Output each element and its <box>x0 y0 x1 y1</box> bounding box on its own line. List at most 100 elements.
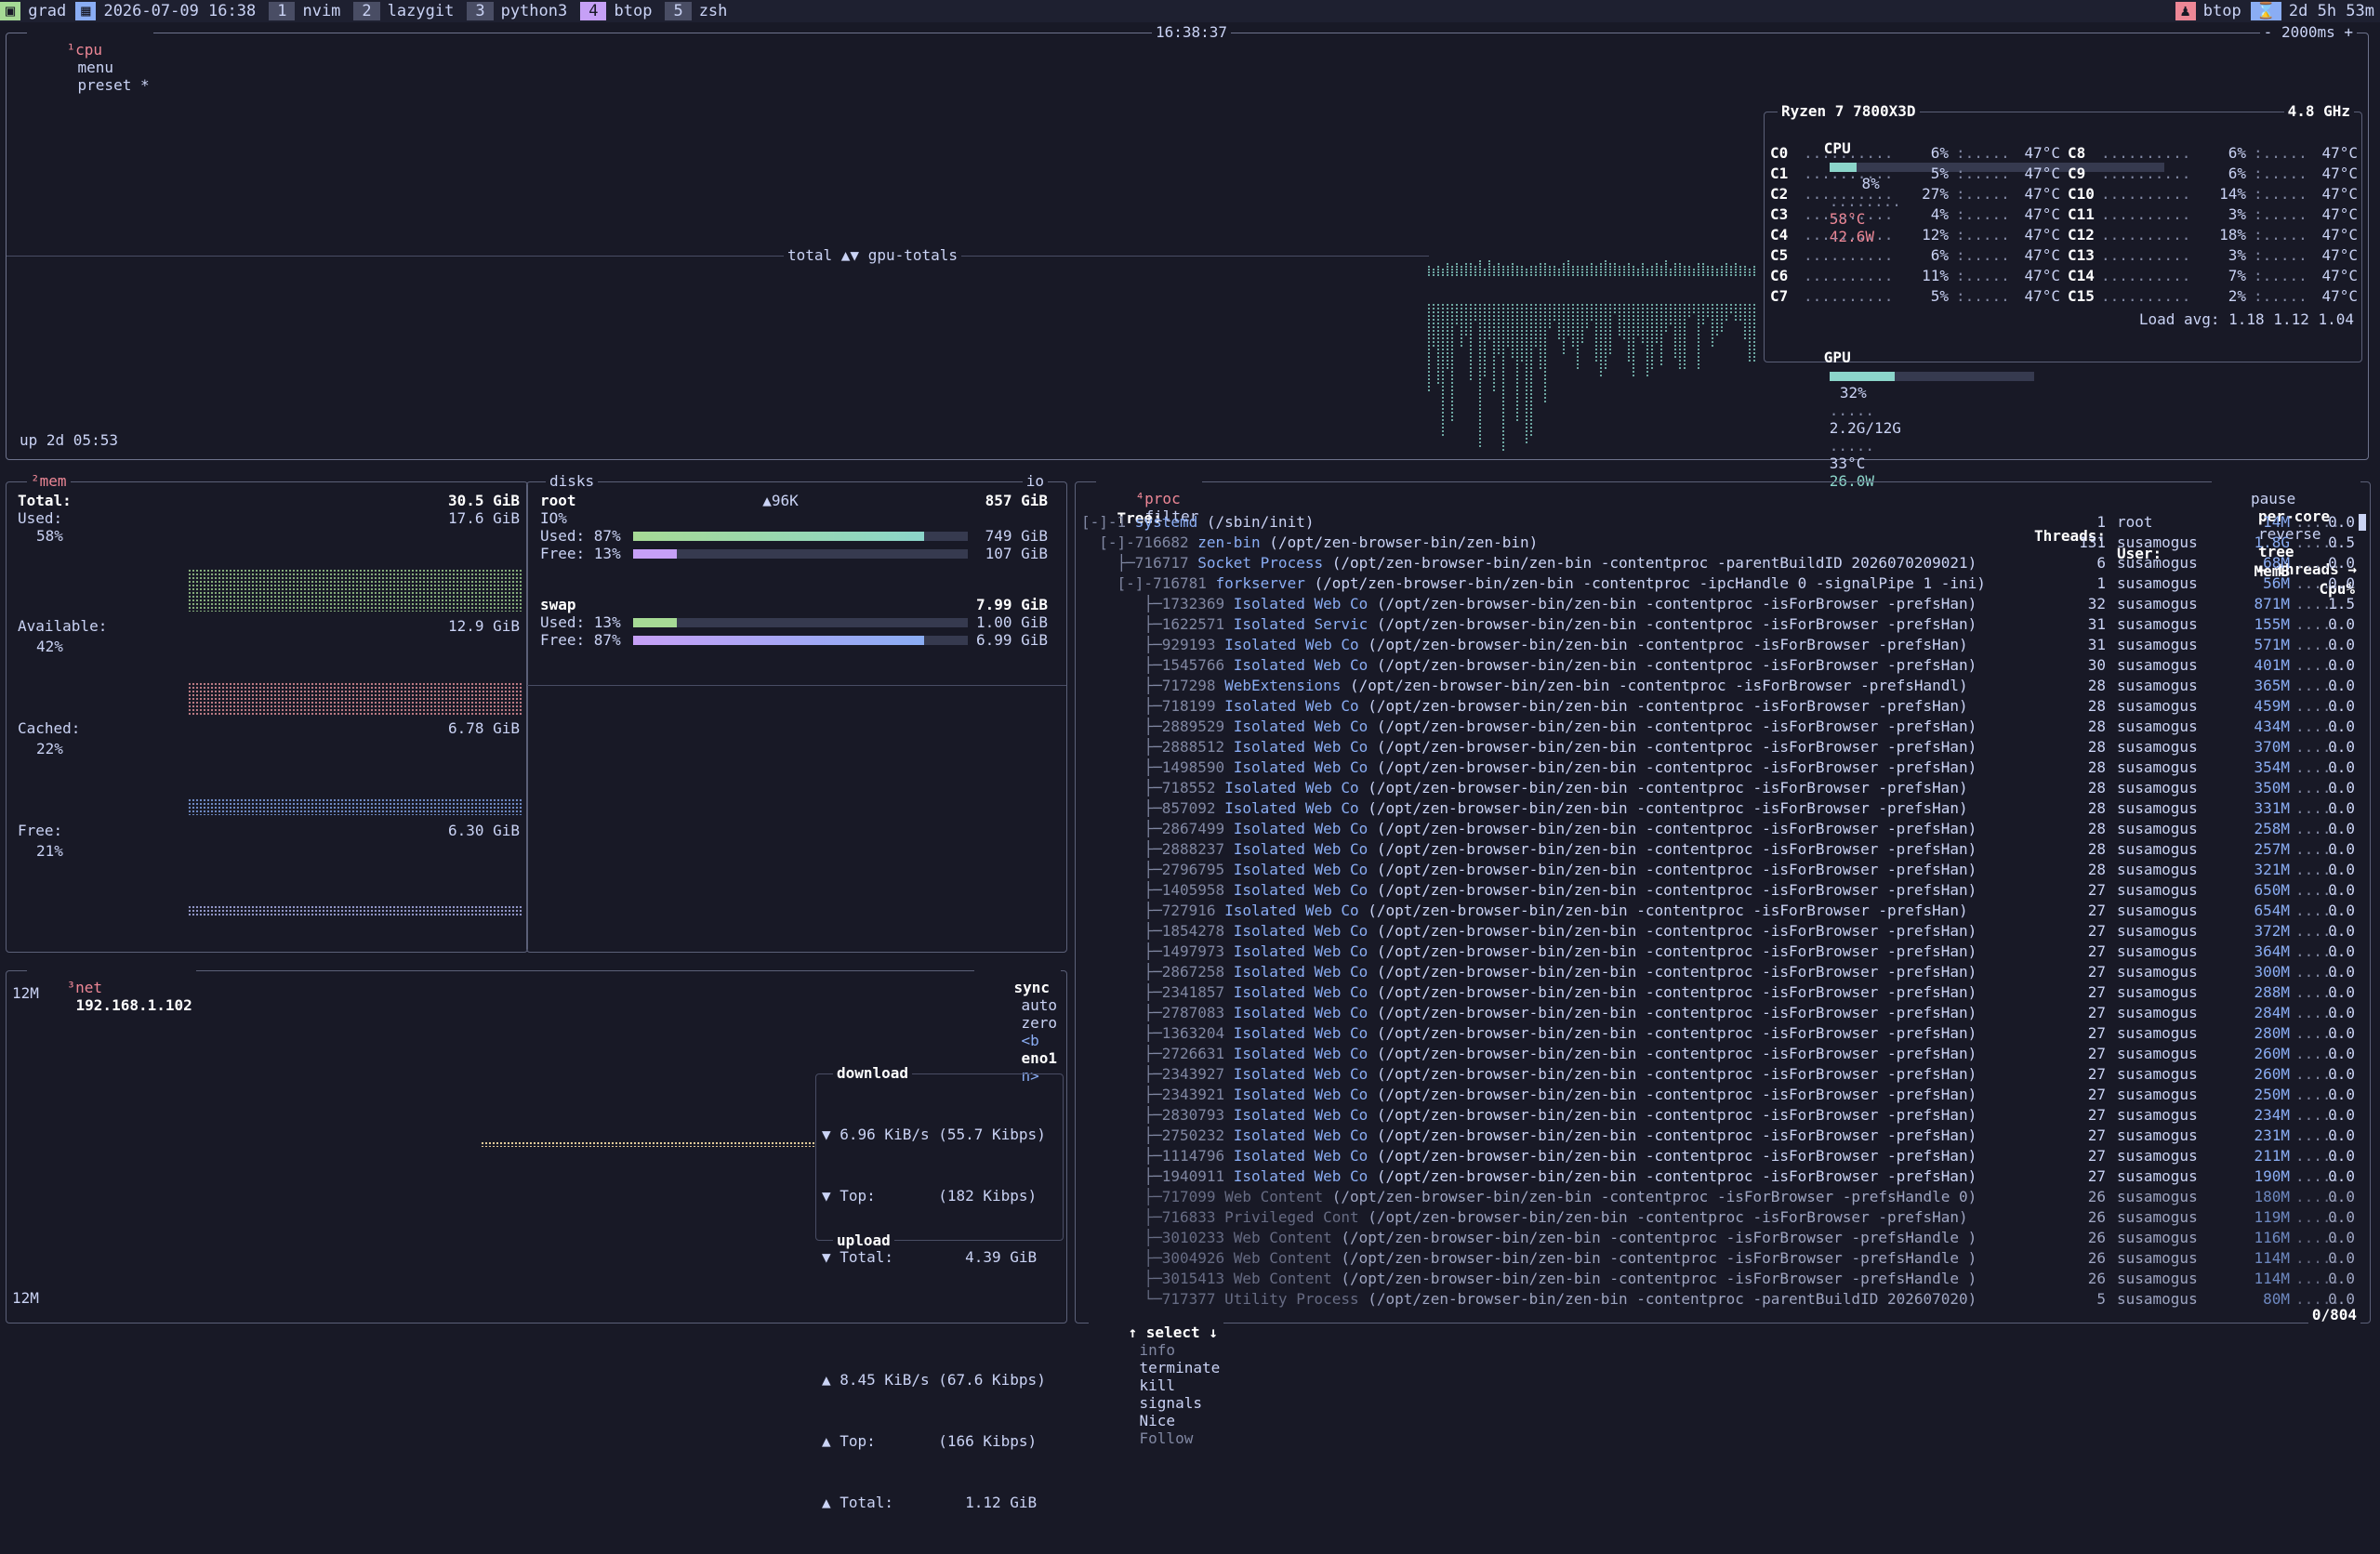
process-row[interactable]: [-]-716781 forkserver (/opt/zen-browser-… <box>1081 573 2364 594</box>
proc-name: Privileged Cont <box>1224 1208 1359 1226</box>
workspace-4[interactable]: 4 btop <box>580 2 652 20</box>
select-control[interactable]: ↑ select ↓ <box>1129 1324 1218 1341</box>
auto-toggle[interactable]: auto <box>1021 996 1057 1014</box>
update-interval-control[interactable]: - 2000ms + <box>2259 23 2357 41</box>
proc-name: Isolated Web Co <box>1233 881 1368 899</box>
zero-toggle[interactable]: zero <box>1021 1014 1057 1032</box>
proc-cpu: 0.0 <box>2328 799 2355 817</box>
nice-button[interactable]: Nice <box>1140 1412 1176 1429</box>
process-row[interactable]: ├─2787083 Isolated Web Co (/opt/zen-brow… <box>1081 1003 2364 1023</box>
process-row[interactable]: ├─718552 Isolated Web Co (/opt/zen-brows… <box>1081 778 2364 798</box>
proc-name: Isolated Web Co <box>1233 656 1368 674</box>
proc-cpu: 0.0 <box>2328 1249 2355 1267</box>
graph-mode-label[interactable]: total ▲▼ gpu-totals <box>784 246 962 264</box>
process-row[interactable]: ├─2343927 Isolated Web Co (/opt/zen-brow… <box>1081 1064 2364 1085</box>
signals-button[interactable]: signals <box>1140 1394 1202 1412</box>
process-row[interactable]: [-]-716682 zen-bin (/opt/zen-browser-bin… <box>1081 533 2364 553</box>
process-row[interactable]: ├─1622571 Isolated Servic (/opt/zen-brow… <box>1081 614 2364 635</box>
proc-cmd: (/opt/zen-browser-bin/zen-bin -contentpr… <box>1323 1188 1977 1205</box>
sync-toggle[interactable]: sync <box>1013 979 1050 996</box>
process-row[interactable]: ├─1545766 Isolated Web Co (/opt/zen-brow… <box>1081 655 2364 676</box>
workspace-number: 4 <box>580 2 607 20</box>
menu-button[interactable]: menu <box>78 59 114 76</box>
workspace-5[interactable]: 5 zsh <box>665 2 727 20</box>
process-row[interactable]: ├─1854278 Isolated Web Co (/opt/zen-brow… <box>1081 921 2364 942</box>
mem-cached-graph <box>188 798 522 815</box>
core-graph: .......... <box>2101 185 2191 203</box>
process-row[interactable]: ├─716833 Privileged Cont (/opt/zen-brows… <box>1081 1207 2364 1228</box>
core-graph: .......... <box>1804 246 1894 264</box>
process-row[interactable]: ├─717099 Web Content (/opt/zen-browser-b… <box>1081 1187 2364 1207</box>
workspace-3[interactable]: 3 python3 <box>467 2 567 20</box>
info-button[interactable]: info <box>1140 1341 1176 1359</box>
proc-tree-prefix: ├─3015413 <box>1081 1270 1234 1287</box>
mem-title[interactable]: ²mem <box>27 472 71 490</box>
process-row[interactable]: ├─2796795 Isolated Web Co (/opt/zen-brow… <box>1081 860 2364 880</box>
workspace-2[interactable]: 2 lazygit <box>353 2 454 20</box>
process-row[interactable]: ├─2750232 Isolated Web Co (/opt/zen-brow… <box>1081 1126 2364 1146</box>
proc-mem: 459M <box>2254 697 2290 715</box>
terminate-button[interactable]: terminate <box>1140 1359 1221 1376</box>
process-row[interactable]: ├─2888512 Isolated Web Co (/opt/zen-brow… <box>1081 737 2364 757</box>
proc-user: susamogus <box>2117 1065 2198 1083</box>
proc-scrollbar[interactable] <box>2359 514 2366 531</box>
proc-name: Isolated Web Co <box>1233 1004 1368 1021</box>
proc-name: Isolated Web Co <box>1233 1086 1368 1103</box>
core-temp: 47°C <box>2024 185 2060 203</box>
disks-title[interactable]: disks <box>546 472 599 490</box>
mem-cached-label: Cached: <box>18 719 81 737</box>
process-row[interactable]: ├─1114796 Isolated Web Co (/opt/zen-brow… <box>1081 1146 2364 1166</box>
process-row[interactable]: ├─1405958 Isolated Web Co (/opt/zen-brow… <box>1081 880 2364 901</box>
process-row[interactable]: ├─727916 Isolated Web Co (/opt/zen-brows… <box>1081 901 2364 921</box>
process-row[interactable]: ├─2867499 Isolated Web Co (/opt/zen-brow… <box>1081 819 2364 839</box>
kill-button[interactable]: kill <box>1140 1376 1176 1394</box>
preset-button[interactable]: preset * <box>78 76 150 94</box>
mem-total-row: Total: 30.5 GiB <box>18 492 520 509</box>
prev-iface-button[interactable]: <b <box>1021 1032 1038 1049</box>
process-row[interactable]: ├─3010233 Web Content (/opt/zen-browser-… <box>1081 1228 2364 1248</box>
core-pct: 5% <box>1930 287 1949 305</box>
net-title[interactable]: ³net <box>67 979 103 996</box>
process-row[interactable]: [-]-1 systemd (/sbin/init) 1 root 14M..... 0… <box>1081 512 2364 533</box>
proc-cpu: 0.0 <box>2328 1208 2355 1226</box>
process-row[interactable]: ├─717298 WebExtensions (/opt/zen-browser… <box>1081 676 2364 696</box>
follow-button[interactable]: Follow <box>1140 1429 1194 1447</box>
process-row[interactable]: ├─857092 Isolated Web Co (/opt/zen-brows… <box>1081 798 2364 819</box>
proc-name: Isolated Web Co <box>1233 718 1368 735</box>
core-row-c5: C5.......... 6%:..... 47°C <box>1770 245 2060 266</box>
process-row[interactable]: ├─1497973 Isolated Web Co (/opt/zen-brow… <box>1081 942 2364 962</box>
proc-user: root <box>2117 513 2153 531</box>
io-toggle[interactable]: io <box>1022 472 1048 490</box>
process-row[interactable]: ├─1498590 Isolated Web Co (/opt/zen-brow… <box>1081 757 2364 778</box>
core-row-c7: C7.......... 5%:..... 47°C <box>1770 286 2060 307</box>
process-row[interactable]: ├─2830793 Isolated Web Co (/opt/zen-brow… <box>1081 1105 2364 1126</box>
process-row[interactable]: ├─1732369 Isolated Web Co (/opt/zen-brow… <box>1081 594 2364 614</box>
process-row[interactable]: ├─2889529 Isolated Web Co (/opt/zen-brow… <box>1081 717 2364 737</box>
process-row[interactable]: └─717377 Utility Process (/opt/zen-brows… <box>1081 1289 2364 1310</box>
process-row[interactable]: ├─716717 Socket Process (/opt/zen-browse… <box>1081 553 2364 573</box>
process-row[interactable]: ├─3004926 Web Content (/opt/zen-browser-… <box>1081 1248 2364 1269</box>
gpu-pct: 32% <box>1839 384 1867 402</box>
process-row[interactable]: ├─2343921 Isolated Web Co (/opt/zen-brow… <box>1081 1085 2364 1105</box>
process-row[interactable]: ├─929193 Isolated Web Co (/opt/zen-brows… <box>1081 635 2364 655</box>
process-row[interactable]: ├─2867258 Isolated Web Co (/opt/zen-brow… <box>1081 962 2364 982</box>
proc-user: susamogus <box>2117 861 2198 878</box>
process-row[interactable]: ├─3015413 Web Content (/opt/zen-browser-… <box>1081 1269 2364 1289</box>
workspace-1[interactable]: 1 nvim <box>269 2 340 20</box>
process-row[interactable]: ├─2888237 Isolated Web Co (/opt/zen-brow… <box>1081 839 2364 860</box>
process-row[interactable]: ├─718199 Isolated Web Co (/opt/zen-brows… <box>1081 696 2364 717</box>
proc-cpu: 0.0 <box>2328 840 2355 858</box>
net-graph <box>481 1141 815 1147</box>
process-row[interactable]: ├─2726631 Isolated Web Co (/opt/zen-brow… <box>1081 1044 2364 1064</box>
process-row[interactable]: ├─1363204 Isolated Web Co (/opt/zen-brow… <box>1081 1023 2364 1044</box>
cpu-title[interactable]: ¹cpu <box>67 41 103 59</box>
proc-tree-prefix: ├─717298 <box>1081 677 1225 694</box>
proc-tree-prefix: ├─716833 <box>1081 1208 1225 1226</box>
process-row[interactable]: ├─2341857 Isolated Web Co (/opt/zen-brow… <box>1081 982 2364 1003</box>
proc-cpu: 0.0 <box>2328 615 2355 633</box>
proc-tree-prefix: ├─2888512 <box>1081 738 1234 756</box>
clock-display: 16:38:37 <box>1152 23 1232 41</box>
process-row[interactable]: ├─1940911 Isolated Web Co (/opt/zen-brow… <box>1081 1166 2364 1187</box>
core-id: C0 <box>1770 144 1789 162</box>
proc-mem: 372M <box>2254 922 2290 940</box>
